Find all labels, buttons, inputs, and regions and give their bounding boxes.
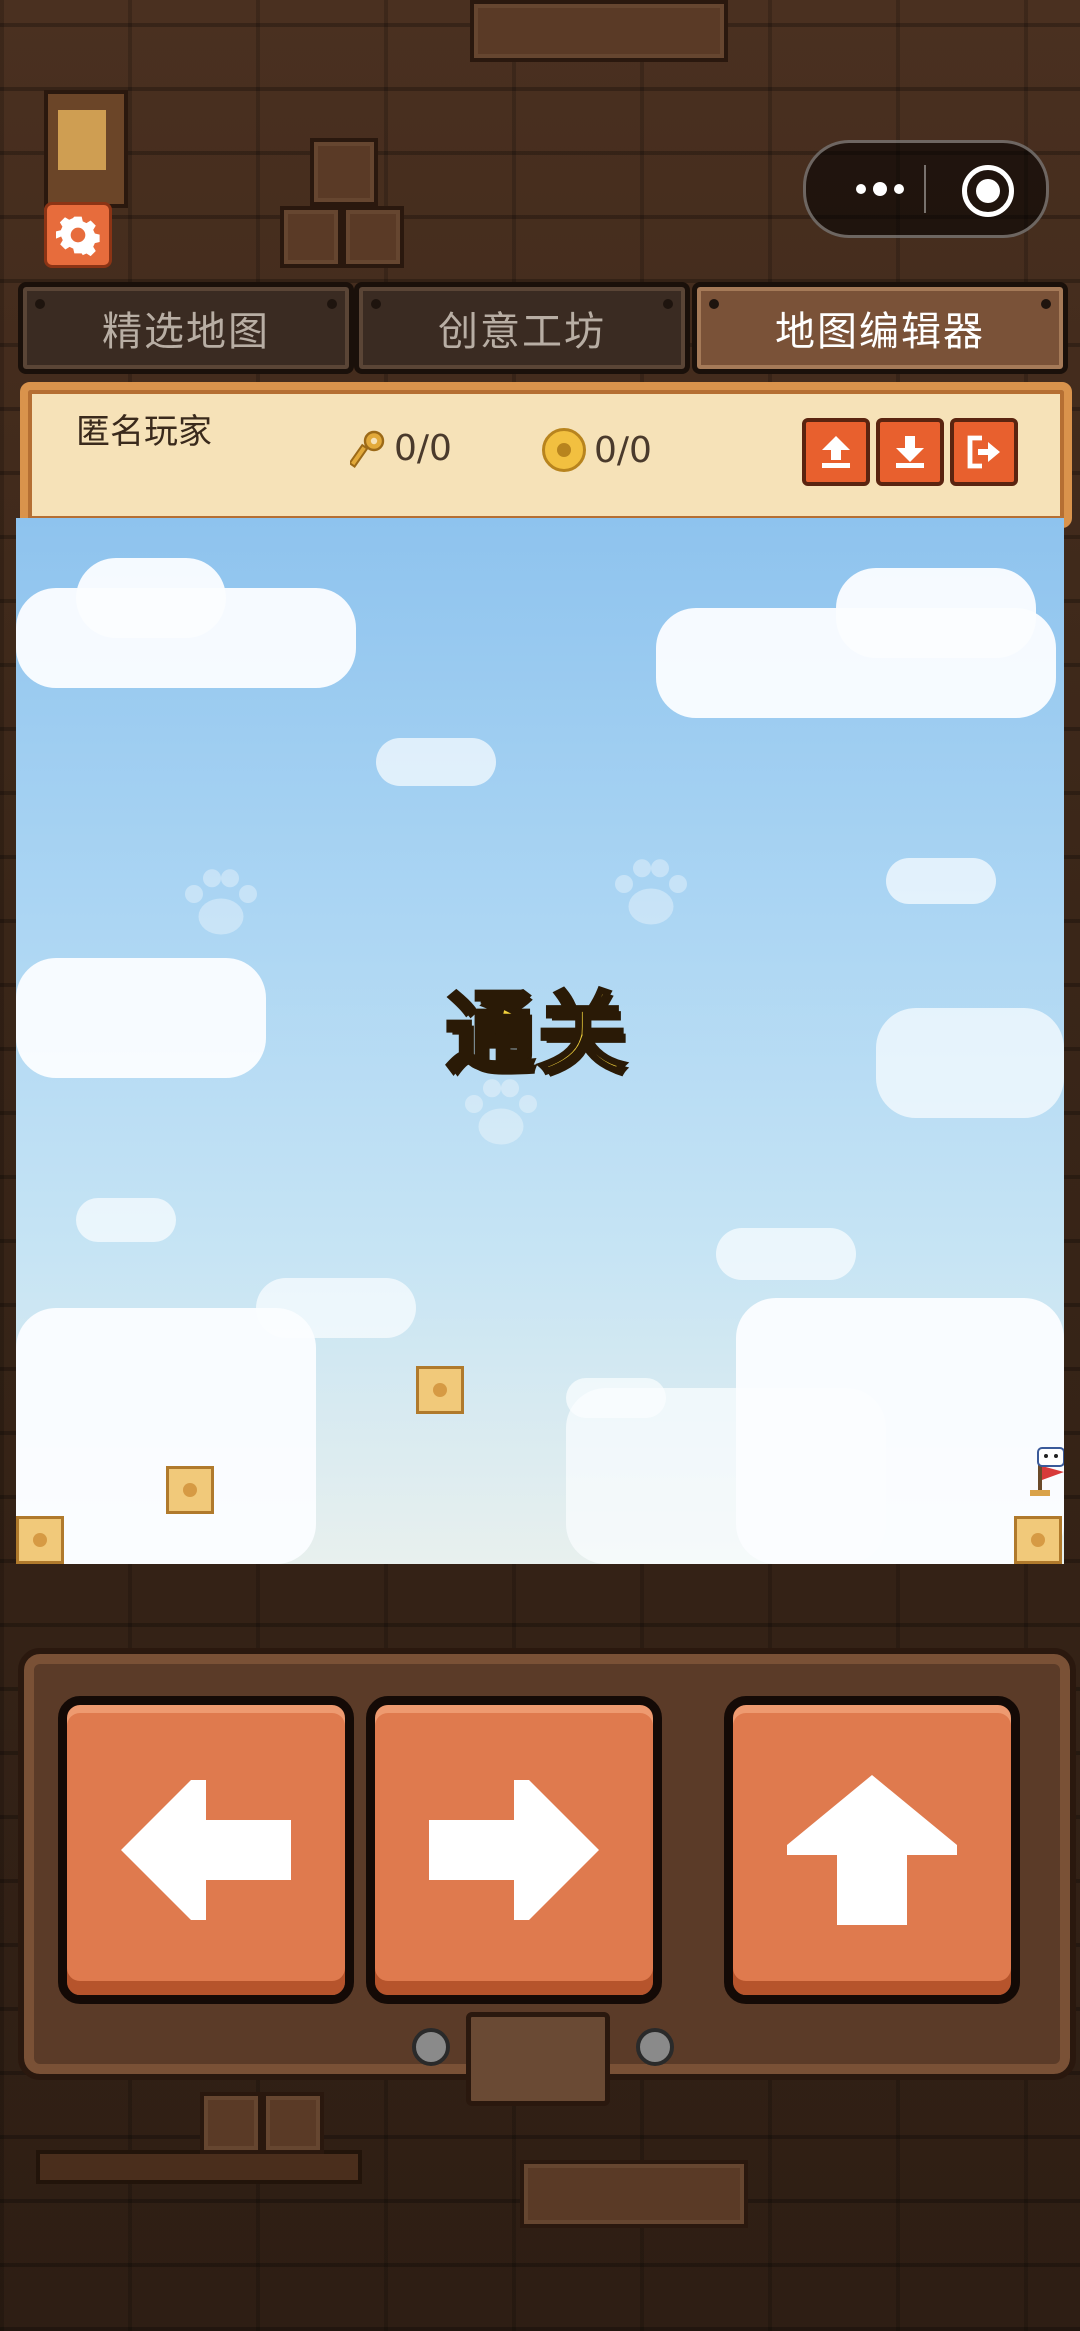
dot xyxy=(856,184,866,194)
capsule-divider xyxy=(924,165,926,213)
wall-crate xyxy=(280,206,342,268)
download-button[interactable] xyxy=(876,418,944,486)
tab-label: 创意工坊 xyxy=(438,309,606,355)
cat-goal-flag-icon xyxy=(1030,1447,1064,1496)
tab-map-editor[interactable]: 地图编辑器 xyxy=(692,282,1068,374)
cloud xyxy=(376,738,496,786)
wall-crate xyxy=(262,2092,324,2154)
cloud xyxy=(716,1228,856,1280)
cloud xyxy=(836,568,1036,658)
rivet xyxy=(709,299,719,309)
rivet xyxy=(663,299,673,309)
player-info-panel: 匿名玩家 0/0 0/0 xyxy=(20,382,1072,528)
wall-crate xyxy=(310,138,378,206)
game-canvas[interactable]: 通关 xyxy=(16,518,1064,1564)
settings-button[interactable] xyxy=(44,202,112,268)
shelf xyxy=(36,2150,362,2184)
tab-creative-workshop[interactable]: 创意工坊 xyxy=(354,282,690,374)
cloud xyxy=(886,858,996,904)
rivet xyxy=(35,299,45,309)
wall-crate xyxy=(342,206,404,268)
paw-icon xyxy=(185,869,257,935)
cloud xyxy=(16,958,266,1078)
key-counter: 0/0 xyxy=(350,428,452,469)
gear-icon xyxy=(56,216,100,257)
coin-counter: 0/0 xyxy=(542,428,652,472)
exit-button[interactable] xyxy=(950,418,1018,486)
paw-coin-icon xyxy=(542,428,586,472)
arrow-up-icon xyxy=(787,1775,957,1925)
arrow-right-icon xyxy=(429,1780,599,1920)
wall-sign xyxy=(470,0,728,62)
paw-icon xyxy=(615,859,687,925)
cloud xyxy=(876,1008,1064,1118)
upload-icon xyxy=(822,436,850,468)
bolt xyxy=(636,2028,674,2066)
close-miniprogram-icon[interactable] xyxy=(962,165,1014,217)
download-icon xyxy=(896,436,924,468)
upload-button[interactable] xyxy=(802,418,870,486)
lantern-glow xyxy=(58,110,106,170)
bolt xyxy=(412,2028,450,2066)
move-right-button[interactable] xyxy=(366,1696,662,2004)
wall-sign xyxy=(520,2160,748,2228)
cloud xyxy=(76,558,226,638)
paw-block xyxy=(16,1516,64,1564)
paw-block xyxy=(1014,1516,1062,1564)
miniprogram-capsule xyxy=(803,140,1049,238)
key-icon xyxy=(350,430,385,468)
cloud xyxy=(566,1378,666,1418)
rivet xyxy=(1041,299,1051,309)
exit-icon xyxy=(967,435,1000,469)
more-menu-button[interactable] xyxy=(836,143,924,235)
rivet xyxy=(371,299,381,309)
jump-button[interactable] xyxy=(724,1696,1020,2004)
cloud xyxy=(76,1198,176,1242)
coin-count: 0/0 xyxy=(594,429,652,471)
paw-block xyxy=(416,1366,464,1414)
tab-label: 地图编辑器 xyxy=(775,309,985,355)
rivet xyxy=(327,299,337,309)
cat-plate xyxy=(466,2012,610,2106)
level-clear-text: 通关 xyxy=(444,980,631,1087)
key-count: 0/0 xyxy=(394,428,452,469)
wall-crate xyxy=(200,2092,262,2154)
arrow-left-icon xyxy=(121,1780,291,1920)
dot xyxy=(894,184,904,194)
player-name: 匿名玩家 xyxy=(76,412,212,452)
tab-label: 精选地图 xyxy=(102,309,270,355)
tab-featured-maps[interactable]: 精选地图 xyxy=(18,282,354,374)
move-left-button[interactable] xyxy=(58,1696,354,2004)
dot xyxy=(873,182,887,196)
paw-block xyxy=(166,1466,214,1514)
